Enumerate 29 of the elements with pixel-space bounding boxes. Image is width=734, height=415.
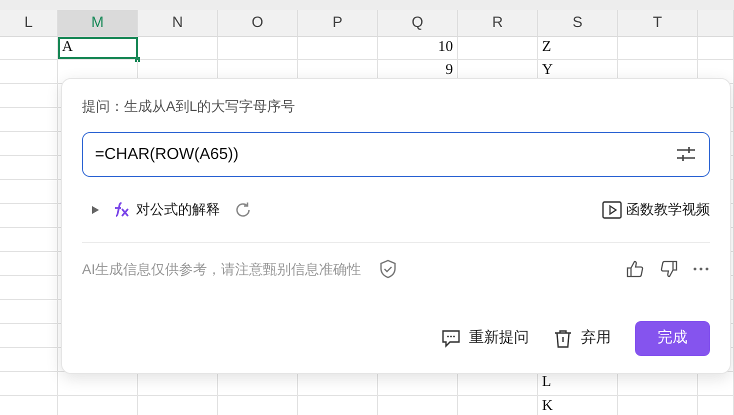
more-icon[interactable] xyxy=(692,266,710,272)
video-link[interactable]: 函数教学视频 xyxy=(602,199,710,220)
shield-check-icon xyxy=(379,259,398,279)
formula-field[interactable]: =CHAR(ROW(A65)) xyxy=(82,132,710,177)
column-header[interactable]: N xyxy=(138,10,218,36)
column-header[interactable]: S xyxy=(538,10,618,36)
play-icon xyxy=(602,200,622,218)
sliders-icon[interactable] xyxy=(676,145,696,163)
table-cell[interactable]: Z xyxy=(538,37,618,59)
thumbs-up-icon[interactable] xyxy=(626,260,644,278)
comment-icon xyxy=(441,328,461,348)
caret-icon[interactable] xyxy=(90,204,100,214)
thumbs-down-icon[interactable] xyxy=(660,260,678,278)
retry-button[interactable]: 重新提问 xyxy=(441,327,529,350)
column-header[interactable]: Q xyxy=(378,10,458,36)
refresh-icon[interactable] xyxy=(234,200,252,218)
table-cell[interactable]: A xyxy=(58,37,138,59)
trash-icon xyxy=(553,328,573,348)
disclaimer-text: AI生成信息仅供参考，请注意甄别信息准确性 xyxy=(82,260,362,278)
done-button[interactable]: 完成 xyxy=(635,321,710,356)
prompt-text: 提问：生成从A到L的大写字母序号 xyxy=(82,97,296,116)
column-header[interactable]: O xyxy=(218,10,298,36)
column-header[interactable]: P xyxy=(298,10,378,36)
explanation-toggle[interactable]: 对公式的解释 xyxy=(136,199,220,220)
column-header[interactable]: R xyxy=(458,10,538,36)
table-cell[interactable]: 10 xyxy=(378,37,458,59)
column-header[interactable]: T xyxy=(618,10,698,36)
discard-button[interactable]: 弃用 xyxy=(553,327,611,350)
table-cell[interactable]: K xyxy=(538,396,618,415)
